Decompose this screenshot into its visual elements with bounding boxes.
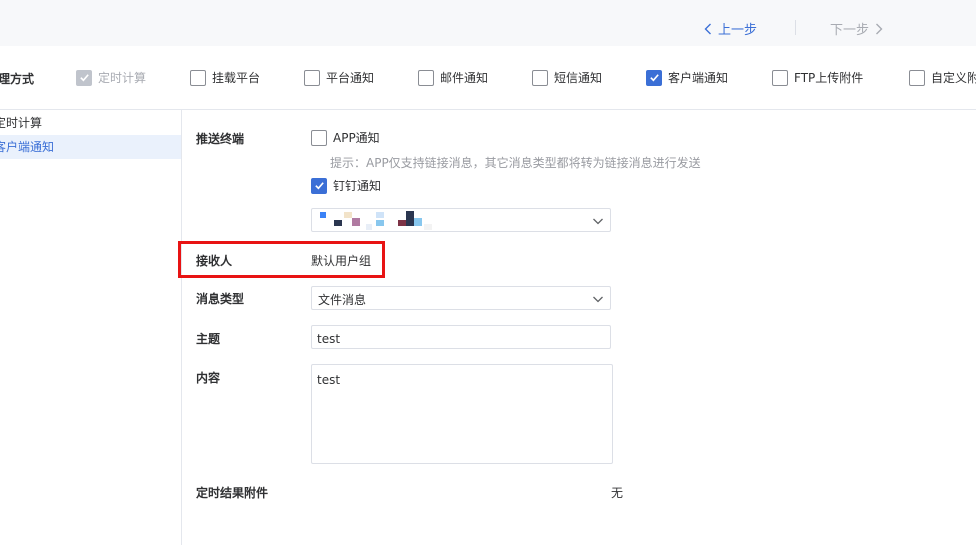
sidebar: 定时计算 客户端通知 bbox=[0, 110, 182, 545]
subject-value: test bbox=[317, 332, 341, 346]
next-step-label: 下一步 bbox=[830, 23, 870, 38]
subject-input[interactable]: test bbox=[311, 325, 611, 349]
checkbox-icon bbox=[772, 69, 788, 86]
sidebar-item-label: 客户端通知 bbox=[0, 140, 55, 154]
checkbox-icon bbox=[190, 69, 206, 86]
push-terminal-label: 推送终端 bbox=[196, 132, 245, 146]
top-bar: 上一步 下一步 bbox=[0, 0, 976, 46]
receiver-label: 接收人 bbox=[196, 254, 233, 268]
sidebar-item-label: 定时计算 bbox=[0, 116, 43, 130]
sidebar-item-client-notify[interactable]: 客户端通知 bbox=[0, 135, 181, 159]
dingtalk-notify-checkbox[interactable]: 钉钉通知 bbox=[311, 177, 381, 194]
checkbox-icon bbox=[304, 69, 320, 86]
method-custom-attachment[interactable]: 自定义附 bbox=[909, 69, 976, 86]
method-label: 定时计算 bbox=[98, 71, 147, 85]
attachment-label: 定时结果附件 bbox=[196, 486, 269, 500]
message-type-select[interactable]: 文件消息 bbox=[311, 286, 611, 310]
attachment-value: 无 bbox=[611, 486, 624, 500]
method-ftp-upload[interactable]: FTP上传附件 bbox=[772, 69, 863, 86]
method-scheduled-calc[interactable]: 定时计算 bbox=[76, 69, 146, 86]
dingtalk-notify-label: 钉钉通知 bbox=[333, 179, 382, 193]
message-type-value: 文件消息 bbox=[318, 293, 367, 307]
checkbox-checked-icon bbox=[311, 177, 327, 194]
message-type-label: 消息类型 bbox=[196, 292, 245, 306]
checkbox-checked-icon bbox=[76, 69, 92, 86]
checkbox-icon bbox=[532, 69, 548, 86]
method-mount-platform[interactable]: 挂载平台 bbox=[190, 69, 260, 86]
content-value: test bbox=[317, 373, 341, 387]
checkbox-icon bbox=[418, 69, 434, 86]
dingtalk-account-select[interactable] bbox=[311, 208, 611, 232]
chevron-down-icon bbox=[593, 218, 603, 225]
content-label: 内容 bbox=[196, 371, 221, 385]
method-label: 邮件通知 bbox=[440, 71, 489, 85]
method-label: 平台通知 bbox=[326, 71, 375, 85]
nav-divider bbox=[795, 20, 796, 35]
prev-step-button[interactable]: 上一步 bbox=[704, 19, 757, 38]
method-label: 挂载平台 bbox=[212, 71, 261, 85]
subject-label: 主题 bbox=[196, 332, 221, 346]
app-notify-label: APP通知 bbox=[333, 131, 380, 145]
checkbox-icon bbox=[909, 69, 925, 86]
handling-method-title: 理方式 bbox=[0, 72, 35, 86]
chevron-left-icon bbox=[704, 23, 711, 34]
checkbox-checked-icon bbox=[646, 69, 662, 86]
receiver-value: 默认用户组 bbox=[311, 254, 372, 268]
content-textarea[interactable]: test bbox=[311, 364, 613, 464]
method-label: FTP上传附件 bbox=[794, 71, 864, 85]
app-notify-checkbox[interactable]: APP通知 bbox=[311, 129, 380, 146]
chevron-down-icon bbox=[593, 296, 603, 303]
method-label: 自定义附 bbox=[931, 71, 976, 85]
chevron-right-icon bbox=[876, 23, 883, 34]
next-step-button[interactable]: 下一步 bbox=[830, 19, 883, 38]
method-sms-notify[interactable]: 短信通知 bbox=[532, 69, 602, 86]
method-platform-notify[interactable]: 平台通知 bbox=[304, 69, 374, 86]
method-client-notify[interactable]: 客户端通知 bbox=[646, 69, 728, 86]
method-label: 短信通知 bbox=[554, 71, 603, 85]
prev-step-label: 上一步 bbox=[718, 23, 758, 38]
method-label: 客户端通知 bbox=[668, 71, 729, 85]
sidebar-item-scheduled-calc[interactable]: 定时计算 bbox=[0, 111, 181, 135]
handling-method-row: 理方式 定时计算 挂载平台 平台通知 邮件通知 短信通知 客户端通知 FTP上传… bbox=[0, 46, 976, 110]
method-email-notify[interactable]: 邮件通知 bbox=[418, 69, 488, 86]
checkbox-icon bbox=[311, 129, 327, 146]
app-notify-hint: 提示：APP仅支持链接消息，其它消息类型都将转为链接消息进行发送 bbox=[330, 156, 701, 170]
